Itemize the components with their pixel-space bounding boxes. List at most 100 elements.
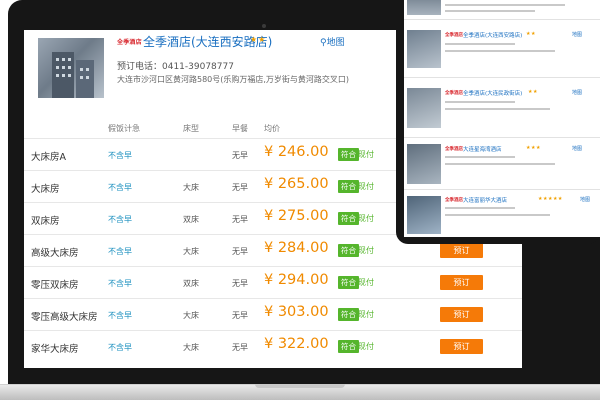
- room-price: ¥ 246.00: [264, 144, 329, 160]
- col-header-meal: 早餐: [232, 124, 248, 133]
- room-policy: 不含早: [108, 279, 132, 288]
- room-meal: 无早: [232, 343, 248, 352]
- text-line: [445, 163, 555, 165]
- text-line: [445, 43, 515, 45]
- room-name[interactable]: 大床房A: [31, 149, 66, 163]
- room-row: 零压双床房 不含早 双床 无早 ¥ 294.00 符合 现付 预订: [24, 266, 522, 298]
- text-line: [445, 207, 515, 209]
- laptop-camera: [262, 24, 266, 28]
- map-link[interactable]: 地图: [572, 31, 582, 38]
- hotel-star-rating: ★★: [526, 31, 536, 37]
- room-name[interactable]: 零压双床房: [31, 277, 79, 291]
- text-line: [445, 214, 550, 216]
- book-button[interactable]: 预订: [440, 243, 483, 258]
- list-item[interactable]: 全季酒店 全季酒店(大连西安路店) ★★ 地图: [404, 20, 600, 78]
- room-policy: 不含早: [108, 311, 132, 320]
- room-name[interactable]: 大床房: [31, 181, 60, 195]
- hotel-thumbnail: [407, 144, 441, 184]
- room-pay-method: 现付: [358, 182, 374, 191]
- text-line: [445, 4, 565, 6]
- col-header-policy: 假饭计急: [108, 124, 140, 133]
- hotel-name-link[interactable]: 全季酒店(大连民政街店): [463, 89, 522, 97]
- room-bed: 双床: [183, 279, 199, 288]
- hotel-star-rating: ★★★★★: [538, 196, 563, 202]
- hotel-brand-logo: 全季酒店: [445, 91, 463, 96]
- room-badge: 符合: [338, 148, 359, 161]
- room-meal: 无早: [232, 279, 248, 288]
- room-bed: 大床: [183, 247, 199, 256]
- phone-screen: 全季酒店 全季酒店(大连西安路店) ★★ 地图 全季酒店 全季酒店(大连民政街店…: [404, 0, 600, 237]
- book-button[interactable]: 预订: [440, 275, 483, 290]
- book-button[interactable]: 预订: [440, 307, 483, 322]
- building-shape: [76, 60, 94, 98]
- hotel-name-link[interactable]: 全季酒店(大连西安路店): [463, 31, 522, 39]
- room-policy: 不含早: [108, 183, 132, 192]
- room-meal: 无早: [232, 151, 248, 160]
- map-link[interactable]: 地图: [580, 196, 590, 203]
- room-badge: 符合: [338, 308, 359, 321]
- laptop-notch: [255, 384, 345, 388]
- hotel-thumbnail: [407, 30, 441, 68]
- list-item[interactable]: 全季酒店 大连星海湾酒店 ★★★ 地图: [404, 138, 600, 190]
- hotel-star-rating: ★★: [250, 35, 267, 44]
- room-name[interactable]: 家华大床房: [31, 341, 79, 355]
- hotel-thumbnail: [407, 0, 441, 15]
- room-row: 零压高级大床房 不含早 大床 无早 ¥ 303.00 符合 现付 预订: [24, 298, 522, 330]
- room-bed: 大床: [183, 183, 199, 192]
- book-button[interactable]: 预订: [440, 339, 483, 354]
- room-pay-method: 现付: [358, 342, 374, 351]
- hotel-brand-logo: 全季酒店: [445, 198, 463, 203]
- room-price: ¥ 265.00: [264, 176, 329, 192]
- hotel-photo[interactable]: [38, 38, 104, 98]
- room-name[interactable]: 高级大床房: [31, 245, 79, 259]
- map-link[interactable]: 地图: [572, 145, 582, 152]
- map-pin-icon: ⚲: [320, 38, 327, 48]
- text-line: [445, 101, 515, 103]
- hotel-brand-logo: 全季酒店: [445, 33, 463, 38]
- hotel-name-link[interactable]: 大连富丽华大酒店: [463, 196, 507, 204]
- room-bed: 双床: [183, 215, 199, 224]
- room-bed: 大床: [183, 343, 199, 352]
- room-price: ¥ 284.00: [264, 240, 329, 256]
- room-pay-method: 现付: [358, 150, 374, 159]
- room-pay-method: 现付: [358, 278, 374, 287]
- room-pay-method: 现付: [358, 310, 374, 319]
- col-header-bed: 床型: [183, 124, 199, 133]
- room-row: 家华大床房 不含早 大床 无早 ¥ 322.00 符合 现付 预订: [24, 330, 522, 362]
- room-name[interactable]: 零压高级大床房: [31, 309, 98, 323]
- room-badge: 符合: [338, 244, 359, 257]
- list-item[interactable]: [404, 0, 600, 20]
- hotel-thumbnail: [407, 196, 441, 234]
- list-item[interactable]: 全季酒店 全季酒店(大连民政街店) ★★ 地图: [404, 78, 600, 138]
- room-badge: 符合: [338, 212, 359, 225]
- room-name[interactable]: 双床房: [31, 213, 60, 227]
- room-meal: 无早: [232, 183, 248, 192]
- text-line: [445, 156, 515, 158]
- hotel-address: 大连市沙河口区黄河路580号(乐购万福店,万岁街与黄河路交叉口): [117, 75, 350, 84]
- hotel-phone: 预订电话：0411-39078777: [117, 62, 234, 72]
- room-price: ¥ 275.00: [264, 208, 329, 224]
- room-policy: 不含早: [108, 343, 132, 352]
- room-policy: 不含早: [108, 215, 132, 224]
- room-badge: 符合: [338, 180, 359, 193]
- map-link[interactable]: 地图: [572, 89, 582, 96]
- room-price: ¥ 322.00: [264, 336, 329, 352]
- room-price: ¥ 303.00: [264, 304, 329, 320]
- col-header-price: 均价: [264, 124, 280, 133]
- room-badge: 符合: [338, 340, 359, 353]
- text-line: [445, 10, 535, 12]
- hotel-star-rating: ★★★: [526, 145, 541, 151]
- room-policy: 不含早: [108, 247, 132, 256]
- map-link[interactable]: ⚲地图: [320, 35, 345, 48]
- list-item[interactable]: 全季酒店 大连富丽华大酒店 ★★★★★ 地图: [404, 190, 600, 237]
- room-pay-method: 现付: [358, 214, 374, 223]
- room-meal: 无早: [232, 247, 248, 256]
- room-price: ¥ 294.00: [264, 272, 329, 288]
- room-meal: 无早: [232, 311, 248, 320]
- text-line: [445, 108, 550, 110]
- room-badge: 符合: [338, 276, 359, 289]
- map-link-label: 地图: [326, 38, 345, 48]
- room-pay-method: 现付: [358, 246, 374, 255]
- hotel-name-link[interactable]: 大连星海湾酒店: [463, 145, 502, 153]
- room-policy: 不含早: [108, 151, 132, 160]
